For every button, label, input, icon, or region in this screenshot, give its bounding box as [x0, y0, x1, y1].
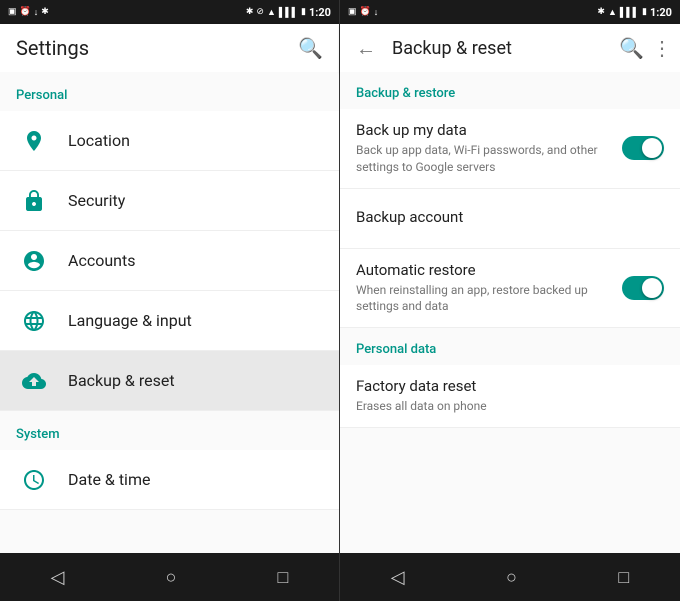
factory-reset-title: Factory data reset [356, 377, 664, 395]
right-signal-icon: ▌▌▌ [620, 7, 639, 18]
settings-item-datetime[interactable]: Date & time [0, 450, 339, 510]
alarm-icon: ⏰ [20, 7, 31, 17]
settings-app-bar: Settings 🔍 [0, 24, 339, 72]
wifi-icon: ▲ [267, 7, 276, 18]
right-alarm-icon: ⏰ [360, 7, 371, 17]
right-time: 1:20 [650, 6, 672, 19]
backup-label: Backup & reset [68, 371, 175, 390]
no-sim-icon: ⊘ [256, 7, 264, 17]
right-nav-bar: ◁ ○ □ [340, 553, 680, 601]
right-status-icons: ▣ ⏰ ↓ [348, 7, 378, 18]
security-icon [16, 183, 52, 219]
personal-section-header: Personal [0, 72, 339, 111]
left-nav-bar: ◁ ○ □ [0, 553, 339, 601]
right-phone-panel: ▣ ⏰ ↓ ✱ ▲ ▌▌▌ ▮ 1:20 ← Backup & reset 🔍 … [340, 0, 680, 601]
backup-item-factory-reset[interactable]: Factory data reset Erases all data on ph… [340, 365, 680, 428]
backup-data-subtitle: Back up app data, Wi-Fi passwords, and o… [356, 142, 614, 176]
auto-restore-text: Automatic restore When reinstalling an a… [356, 261, 614, 316]
location-icon [16, 123, 52, 159]
settings-item-location[interactable]: Location [0, 111, 339, 171]
left-back-button[interactable]: ◁ [35, 559, 81, 596]
backup-restore-header: Backup & restore [340, 72, 680, 109]
right-wifi-icon: ▲ [608, 7, 617, 18]
accounts-icon [16, 243, 52, 279]
settings-item-security[interactable]: Security [0, 171, 339, 231]
auto-restore-subtitle: When reinstalling an app, restore backed… [356, 282, 614, 316]
personal-data-header: Personal data [340, 328, 680, 365]
location-label: Location [68, 131, 130, 150]
left-time: 1:20 [309, 6, 331, 19]
bluetooth-right-icon: ✱ [246, 7, 254, 17]
left-status-bar: ▣ ⏰ ↓ ✱ ✱ ⊘ ▲ ▌▌▌ ▮ 1:20 [0, 0, 339, 24]
backup-item-account[interactable]: Backup account [340, 189, 680, 249]
battery-icon: ▮ [301, 7, 306, 17]
left-status-right: ✱ ⊘ ▲ ▌▌▌ ▮ 1:20 [246, 6, 331, 19]
backup-title: Backup & reset [392, 38, 611, 59]
right-download-icon: ↓ [374, 7, 379, 18]
settings-item-language[interactable]: Language & input [0, 291, 339, 351]
backup-account-title: Backup account [356, 208, 664, 226]
backup-item-auto-restore[interactable]: Automatic restore When reinstalling an a… [340, 249, 680, 329]
datetime-label: Date & time [68, 470, 150, 489]
backup-item-backup-data[interactable]: Back up my data Back up app data, Wi-Fi … [340, 109, 680, 189]
settings-item-backup[interactable]: Backup & reset [0, 351, 339, 411]
datetime-icon [16, 462, 52, 498]
right-recent-button[interactable]: □ [602, 559, 645, 596]
sim-icon: ▣ [8, 7, 17, 17]
signal-icon: ▌▌▌ [279, 7, 298, 18]
backup-content: Backup & restore Back up my data Back up… [340, 72, 680, 553]
backup-search-icon[interactable]: 🔍 [619, 36, 644, 60]
download-icon: ↓ [34, 7, 39, 18]
language-icon [16, 303, 52, 339]
right-status-right: ✱ ▲ ▌▌▌ ▮ 1:20 [597, 6, 672, 19]
right-home-button[interactable]: ○ [490, 559, 533, 596]
backup-data-toggle[interactable] [622, 136, 664, 160]
auto-restore-toggle[interactable] [622, 276, 664, 300]
factory-reset-subtitle: Erases all data on phone [356, 398, 664, 415]
backup-data-title: Back up my data [356, 121, 614, 139]
auto-restore-title: Automatic restore [356, 261, 614, 279]
backup-back-icon[interactable]: ← [348, 32, 384, 65]
settings-item-accounts[interactable]: Accounts [0, 231, 339, 291]
right-status-bar: ▣ ⏰ ↓ ✱ ▲ ▌▌▌ ▮ 1:20 [340, 0, 680, 24]
backup-more-icon[interactable]: ⋮ [652, 36, 672, 60]
bluetooth-left-icon: ✱ [41, 7, 49, 17]
backup-account-text: Backup account [356, 208, 664, 229]
security-label: Security [68, 191, 125, 210]
left-home-button[interactable]: ○ [150, 559, 193, 596]
left-phone-panel: ▣ ⏰ ↓ ✱ ✱ ⊘ ▲ ▌▌▌ ▮ 1:20 Settings 🔍 Pers… [0, 0, 340, 601]
settings-search-icon[interactable]: 🔍 [298, 36, 323, 60]
language-label: Language & input [68, 311, 192, 330]
system-section-header: System [0, 411, 339, 450]
right-bluetooth-icon: ✱ [597, 7, 605, 17]
left-status-icons: ▣ ⏰ ↓ ✱ [8, 7, 49, 18]
backup-icon [16, 363, 52, 399]
right-battery-icon: ▮ [642, 7, 647, 17]
settings-content: Personal Location Security [0, 72, 339, 553]
right-back-button[interactable]: ◁ [375, 559, 421, 596]
left-recent-button[interactable]: □ [262, 559, 305, 596]
right-sim-icon: ▣ [348, 7, 357, 17]
factory-reset-text: Factory data reset Erases all data on ph… [356, 377, 664, 415]
accounts-label: Accounts [68, 251, 135, 270]
settings-title: Settings [16, 36, 298, 60]
backup-data-text: Back up my data Back up app data, Wi-Fi … [356, 121, 614, 176]
backup-app-bar: ← Backup & reset 🔍 ⋮ [340, 24, 680, 72]
